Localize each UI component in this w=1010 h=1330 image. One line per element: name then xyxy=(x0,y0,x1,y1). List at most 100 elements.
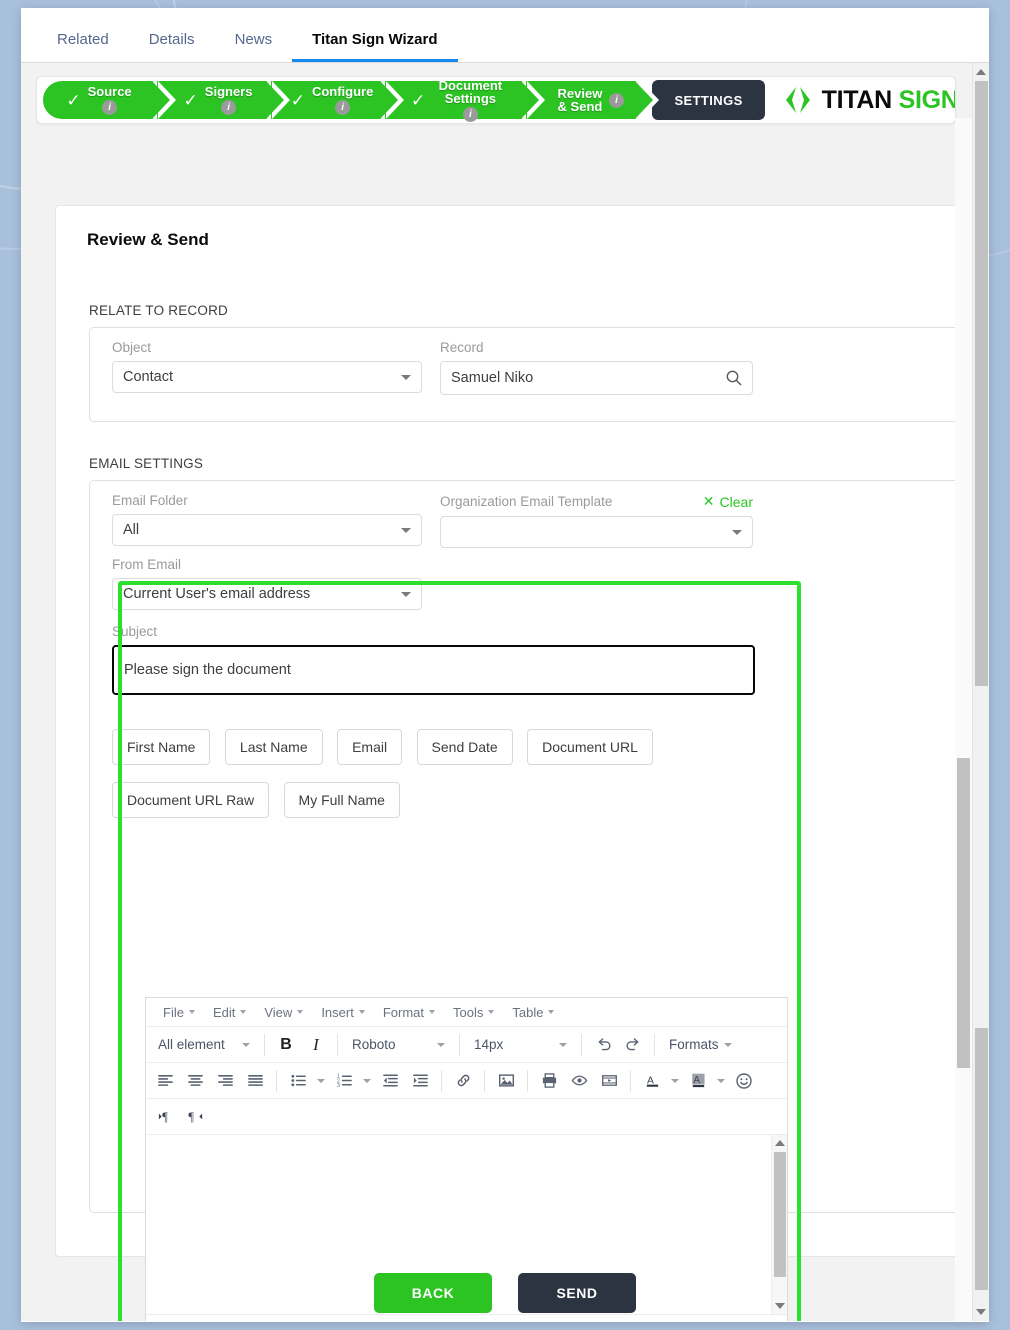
outdent-icon[interactable] xyxy=(376,1067,404,1095)
font-family-select[interactable]: Roboto xyxy=(346,1031,451,1059)
menu-edit[interactable]: Edit xyxy=(204,1005,255,1020)
numbered-list-icon[interactable]: 123 xyxy=(330,1067,358,1095)
search-icon[interactable] xyxy=(725,369,743,387)
merge-chip-document-url[interactable]: Document URL xyxy=(527,729,653,765)
align-right-icon[interactable] xyxy=(211,1067,239,1095)
media-icon[interactable] xyxy=(595,1067,623,1095)
menu-file[interactable]: File xyxy=(154,1005,204,1020)
numbered-list-options-icon[interactable] xyxy=(360,1067,374,1095)
merge-chip-email[interactable]: Email xyxy=(337,729,403,765)
org-template-select[interactable] xyxy=(440,516,753,548)
tab-details[interactable]: Details xyxy=(129,31,215,62)
bullet-list-options-icon[interactable] xyxy=(314,1067,328,1095)
indent-icon[interactable] xyxy=(406,1067,434,1095)
check-icon: ✓ xyxy=(290,90,305,110)
menu-format[interactable]: Format xyxy=(374,1005,444,1020)
emoticon-icon[interactable] xyxy=(730,1067,758,1095)
page-scrollbar[interactable] xyxy=(972,63,989,1321)
bullet-list-icon[interactable] xyxy=(284,1067,312,1095)
print-icon[interactable] xyxy=(535,1067,563,1095)
separator xyxy=(581,1033,582,1056)
separator xyxy=(654,1033,655,1056)
editor-menubar: File Edit View Insert Format Tools Table xyxy=(146,998,787,1027)
scroll-up-icon[interactable] xyxy=(976,69,986,75)
inner-scrollbar-thumb[interactable] xyxy=(957,758,970,1068)
merge-chip-last-name[interactable]: Last Name xyxy=(224,729,323,765)
info-icon[interactable]: i xyxy=(608,92,624,108)
from-email-select[interactable]: Current User's email address xyxy=(112,578,422,610)
link-icon[interactable] xyxy=(449,1067,477,1095)
settings-button[interactable]: SETTINGS xyxy=(652,80,765,120)
email-folder-select[interactable]: All xyxy=(112,514,422,546)
merge-chip-my-full-name[interactable]: My Full Name xyxy=(283,782,400,818)
tab-news[interactable]: News xyxy=(215,31,293,62)
image-icon[interactable] xyxy=(492,1067,520,1095)
element-select[interactable]: All element xyxy=(152,1031,256,1059)
font-size-value: 14px xyxy=(474,1037,504,1052)
menu-table[interactable]: Table xyxy=(503,1005,563,1020)
object-select[interactable]: Contact xyxy=(112,361,422,393)
info-icon[interactable]: i xyxy=(102,100,118,115)
align-left-icon[interactable] xyxy=(151,1067,179,1095)
page-scrollbar-thumb-upper[interactable] xyxy=(975,81,988,686)
bold-button[interactable]: B xyxy=(272,1031,300,1059)
formats-menu[interactable]: Formats xyxy=(663,1031,738,1059)
editor-toolbar-row-4: ¶ ¶ xyxy=(146,1099,787,1135)
email-settings-box: Email Folder All Organization Email Temp… xyxy=(89,480,969,1321)
subject-input[interactable]: Please sign the document xyxy=(112,645,755,695)
chevron-down-icon xyxy=(488,1010,495,1014)
rtl-icon[interactable]: ¶ xyxy=(181,1103,209,1131)
italic-button[interactable]: I xyxy=(302,1031,330,1059)
menu-insert[interactable]: Insert xyxy=(312,1005,374,1020)
info-icon[interactable]: i xyxy=(462,106,478,122)
menu-label: Format xyxy=(382,1004,424,1020)
preview-icon[interactable] xyxy=(565,1067,593,1095)
relate-to-record-box: Object Contact Record Samuel Niko xyxy=(89,327,969,422)
back-button[interactable]: BACK xyxy=(374,1273,492,1313)
tab-related[interactable]: Related xyxy=(37,31,129,62)
page-scrollbar-thumb[interactable] xyxy=(975,1028,988,1290)
svg-text:A: A xyxy=(693,1075,700,1086)
wizard-stepper: ✓ Source i ✓ Signers i ✓ Configure i ✓ D… xyxy=(36,76,956,124)
background-color-options-icon[interactable] xyxy=(714,1067,728,1095)
merge-chip-first-name[interactable]: First Name xyxy=(112,729,211,765)
editor-scrollbar-thumb[interactable] xyxy=(774,1152,786,1277)
merge-chip-send-date[interactable]: Send Date xyxy=(416,729,513,765)
logo-text-titan: TITAN xyxy=(821,85,893,114)
align-justify-icon[interactable] xyxy=(241,1067,269,1095)
clear-label: Clear xyxy=(719,493,753,510)
page-title: Review & Send xyxy=(87,230,209,249)
check-icon: ✓ xyxy=(411,90,426,110)
background-color-icon[interactable]: A xyxy=(684,1067,712,1095)
ltr-icon[interactable]: ¶ xyxy=(151,1103,179,1131)
tab-titan-sign-wizard[interactable]: Titan Sign Wizard xyxy=(292,31,457,62)
titan-diamond-icon xyxy=(785,87,810,113)
menu-view[interactable]: View xyxy=(255,1005,312,1020)
font-size-select[interactable]: 14px xyxy=(468,1031,573,1059)
record-search-input[interactable]: Samuel Niko xyxy=(440,361,753,395)
scroll-down-icon[interactable] xyxy=(976,1309,986,1315)
menu-tools[interactable]: Tools xyxy=(444,1005,503,1020)
check-icon: ✓ xyxy=(183,90,198,110)
logo-text-sign: SIGN xyxy=(898,85,956,114)
undo-button[interactable] xyxy=(589,1031,617,1059)
separator xyxy=(276,1069,277,1092)
step-document-settings[interactable]: ✓ Document Settings i xyxy=(385,79,546,122)
send-button[interactable]: SEND xyxy=(518,1273,636,1313)
info-icon[interactable]: i xyxy=(221,100,237,115)
chevron-down-icon xyxy=(242,1042,250,1047)
align-center-icon[interactable] xyxy=(181,1067,209,1095)
svg-text:3: 3 xyxy=(336,1083,339,1089)
chevron-down-icon xyxy=(240,1010,247,1014)
inner-scrollbar[interactable] xyxy=(955,118,972,1321)
org-template-label: Organization Email Template xyxy=(440,494,613,509)
info-icon[interactable]: i xyxy=(335,100,351,115)
scroll-up-icon[interactable] xyxy=(775,1140,785,1146)
step-source[interactable]: ✓ Source i xyxy=(43,81,176,119)
separator xyxy=(484,1069,485,1092)
redo-button[interactable] xyxy=(619,1031,647,1059)
text-color-icon[interactable]: A xyxy=(638,1067,666,1095)
clear-template-button[interactable]: ✕ Clear xyxy=(703,493,753,510)
text-color-options-icon[interactable] xyxy=(668,1067,682,1095)
merge-chip-document-url-raw[interactable]: Document URL Raw xyxy=(112,782,270,818)
